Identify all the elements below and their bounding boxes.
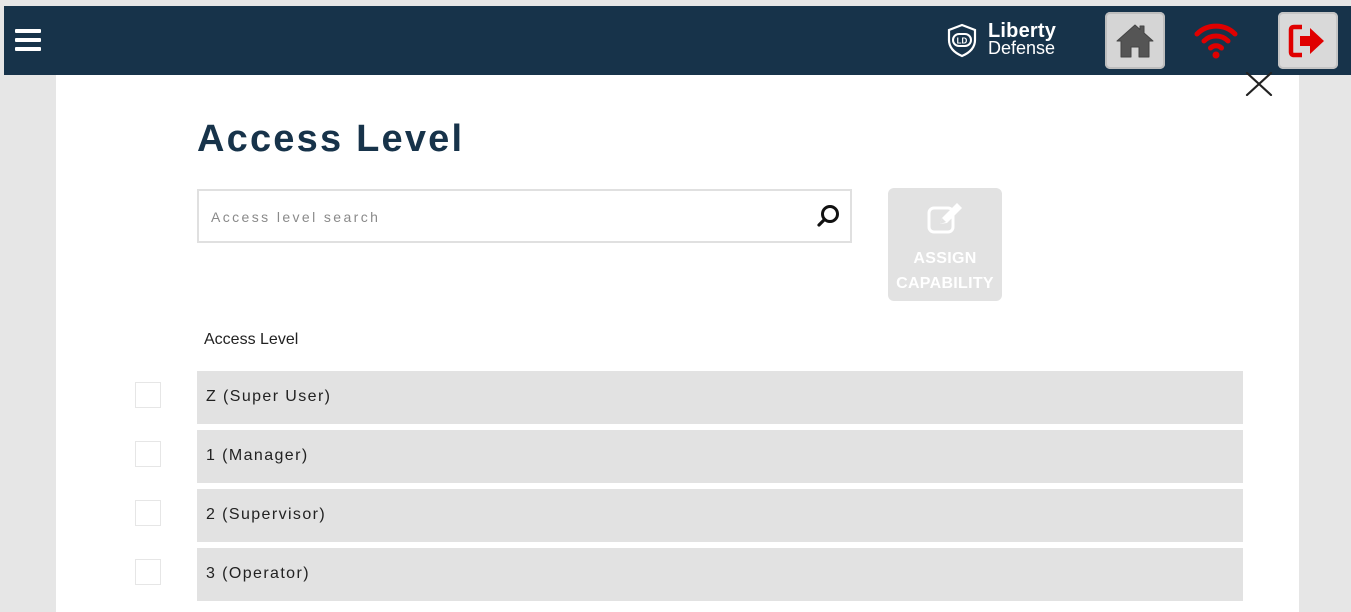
row-checkbox-super-user[interactable] (135, 382, 161, 408)
wifi-signal-icon[interactable] (1193, 18, 1239, 62)
row-label: 1 (Manager) (206, 447, 309, 464)
hamburger-menu-icon[interactable] (15, 29, 41, 51)
table-row[interactable]: Z (Super User) (197, 371, 1243, 424)
search-box (197, 189, 852, 243)
app-window: LD Liberty Defense Access Level Access l… (0, 0, 1351, 612)
search-input[interactable] (209, 201, 803, 233)
column-header-access-level: Access Level (204, 331, 299, 348)
assign-capability-button[interactable]: ASSIGN CAPABILITY (888, 188, 1002, 301)
brand-subtitle: Defense (988, 38, 1056, 58)
logout-button[interactable] (1278, 12, 1338, 69)
liberty-defense-shield-icon: LD (947, 23, 977, 58)
table-row[interactable]: 3 (Operator) (197, 548, 1243, 601)
row-checkbox-operator[interactable] (135, 559, 161, 585)
table-row[interactable]: 2 (Supervisor) (197, 489, 1243, 542)
row-label: 3 (Operator) (206, 565, 310, 582)
assign-capability-label: ASSIGN CAPABILITY (896, 250, 994, 292)
brand-mark-text: LD (957, 37, 968, 46)
brand-logo: LD Liberty Defense (944, 20, 1056, 60)
search-icon[interactable] (816, 203, 842, 229)
home-icon (1116, 24, 1154, 57)
logout-icon (1288, 24, 1324, 57)
top-bar: LD Liberty Defense (4, 6, 1351, 75)
table-row[interactable]: 1 (Manager) (197, 430, 1243, 483)
row-label: 2 (Supervisor) (206, 506, 327, 523)
row-checkbox-manager[interactable] (135, 441, 161, 467)
page-title: Access Level (197, 118, 465, 160)
close-icon[interactable] (1244, 72, 1274, 96)
row-label: Z (Super User) (206, 388, 332, 405)
home-button[interactable] (1105, 12, 1165, 69)
edit-icon (927, 203, 962, 234)
row-checkbox-supervisor[interactable] (135, 500, 161, 526)
